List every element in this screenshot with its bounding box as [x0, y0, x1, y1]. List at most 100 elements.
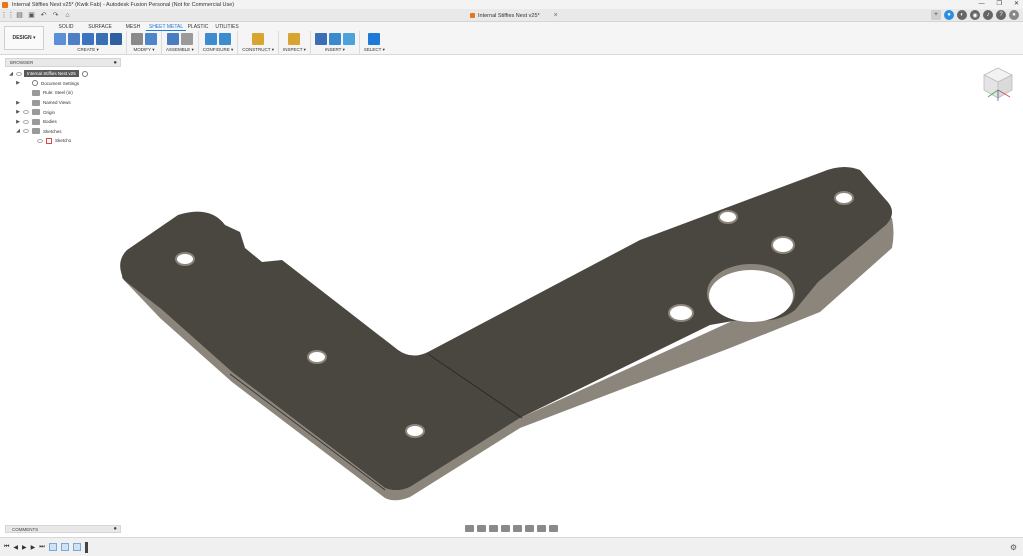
tab-utilities[interactable]: UTILITIES — [210, 22, 244, 31]
tool-group-label[interactable]: CREATE ▾ — [77, 47, 98, 53]
tool-group-label[interactable]: CONSTRUCT ▾ — [242, 47, 274, 53]
part-hole — [834, 191, 854, 205]
comments-label: COMMENTS — [12, 526, 39, 532]
tool-group-label[interactable]: INSERT ▾ — [325, 47, 345, 53]
comments-panel[interactable]: COMMENTS ● — [5, 525, 121, 533]
tool-group-icons — [314, 31, 355, 46]
timeline-start-icon[interactable]: ⏮ — [4, 544, 9, 551]
avatar[interactable]: ● — [1009, 10, 1019, 20]
document-tab-label: Internal Stiffies Nest v25* — [478, 12, 540, 19]
navigation-bar — [465, 524, 558, 533]
tool-group-inspect: INSPECT ▾ — [279, 31, 311, 55]
tool-group-insert: INSERT ▾ — [311, 31, 360, 55]
display-settings-icon[interactable] — [525, 525, 534, 532]
tool-icon[interactable] — [288, 32, 301, 45]
grid-settings-icon[interactable] — [537, 525, 546, 532]
ribbon-tabs: SOLID SURFACE MESH SHEET METAL PLASTIC UTILIT… — [52, 22, 244, 31]
toolbar-ribbon: DESIGN ▾ SOLID SURFACE MESH SHEET METAL PLAS… — [0, 22, 1023, 55]
tool-group-configure: CONFIGURE ▾ — [199, 31, 239, 55]
tool-icon[interactable] — [96, 32, 108, 45]
redo-icon[interactable]: ↷ — [51, 11, 60, 20]
tool-icon[interactable] — [131, 32, 143, 45]
file-menu-icon[interactable]: ▤ — [15, 11, 24, 20]
tool-icon[interactable] — [166, 32, 179, 45]
tool-icon[interactable] — [219, 32, 232, 45]
tool-icon[interactable] — [368, 32, 381, 45]
canvas-viewport[interactable] — [0, 55, 1023, 525]
comments-add-icon[interactable]: ● — [113, 526, 117, 532]
part-hole — [771, 236, 795, 254]
part-hole — [405, 424, 425, 438]
document-cube-icon — [470, 13, 475, 18]
tool-icon[interactable] — [252, 32, 265, 45]
tab-surface[interactable]: SURFACE — [80, 22, 120, 31]
timeline-end-icon[interactable]: ⏭ — [39, 544, 44, 551]
tab-plastic[interactable]: PLASTIC — [186, 22, 210, 31]
timeline-feature-icon[interactable] — [72, 543, 81, 551]
timeline-next-icon[interactable]: ▶ — [31, 544, 36, 551]
timeline-feature-icon[interactable] — [60, 543, 69, 551]
home-icon[interactable]: ⌂ — [63, 11, 72, 20]
maximize-button[interactable]: ❐ — [997, 0, 1002, 9]
tool-group-modify: MODIFY ▾ — [127, 31, 162, 55]
viewcube[interactable] — [982, 66, 1014, 102]
window-title: Internal Stiffies Nest v25* (Kwik Fab) -… — [12, 1, 235, 8]
tool-icon[interactable] — [110, 32, 122, 45]
tool-group-assemble: ASSEMBLE ▾ — [162, 31, 199, 55]
tool-icon[interactable] — [180, 32, 193, 45]
close-button[interactable]: ✕ — [1014, 0, 1019, 9]
viewports-icon[interactable] — [549, 525, 558, 532]
notifications-icon[interactable]: ♪ — [983, 10, 993, 20]
tool-group-label[interactable]: MODIFY ▾ — [134, 47, 155, 53]
tool-icon[interactable] — [54, 32, 66, 45]
document-tab[interactable]: Internal Stiffies Nest v25* × — [470, 9, 558, 22]
part-hole — [307, 350, 327, 364]
timeline: ⏮ ◀ ▶ ▶ ⏭ ⚙ — [0, 537, 1023, 556]
orbit-icon[interactable] — [465, 525, 474, 532]
tool-icon[interactable] — [205, 32, 218, 45]
app-grid-icon[interactable]: ⋮⋮ — [1, 11, 15, 20]
tab-sheet-metal[interactable]: SHEET METAL — [146, 22, 186, 31]
part-hole — [668, 304, 694, 322]
tool-group-icons — [205, 31, 232, 46]
tool-group-icons — [131, 31, 157, 46]
workspace-switcher[interactable]: DESIGN ▾ — [4, 26, 44, 50]
online-status-icon[interactable]: ◉ — [970, 10, 980, 20]
timeline-marker[interactable] — [84, 541, 88, 553]
tool-group-label[interactable]: ASSEMBLE ▾ — [166, 47, 194, 53]
tool-icon[interactable] — [314, 32, 327, 45]
part-hole — [718, 210, 738, 224]
part-large-hole-inner — [709, 270, 793, 322]
look-at-icon[interactable] — [477, 525, 486, 532]
tool-group-icons — [252, 31, 265, 46]
document-tab-close[interactable]: × — [554, 12, 558, 19]
tool-group-construct: CONSTRUCT ▾ — [238, 31, 279, 55]
new-tab-icon[interactable]: + — [931, 10, 941, 20]
extensions-icon[interactable]: ● — [944, 10, 954, 20]
tab-mesh[interactable]: MESH — [120, 22, 146, 31]
tool-group-label[interactable]: SELECT ▾ — [364, 47, 385, 53]
save-icon[interactable]: ▣ — [27, 11, 36, 20]
help-icon[interactable]: ? — [996, 10, 1006, 20]
timeline-feature-icon[interactable] — [48, 543, 57, 551]
tab-solid[interactable]: SOLID — [52, 22, 80, 31]
timeline-prev-icon[interactable]: ◀ — [13, 544, 18, 551]
zoom-icon[interactable] — [501, 525, 510, 532]
part-hole — [175, 252, 195, 266]
undo-icon[interactable]: ↶ — [39, 11, 48, 20]
fit-icon[interactable] — [513, 525, 522, 532]
timeline-settings-icon[interactable]: ⚙ — [1010, 543, 1017, 552]
job-status-icon[interactable]: ◐ — [957, 10, 967, 20]
pan-icon[interactable] — [489, 525, 498, 532]
tool-group-icons — [166, 31, 193, 46]
tool-icon[interactable] — [82, 32, 94, 45]
tool-icon[interactable] — [342, 32, 355, 45]
title-bar: Internal Stiffies Nest v25* (Kwik Fab) -… — [0, 0, 1023, 9]
minimize-button[interactable]: — — [979, 0, 985, 9]
timeline-play-icon[interactable]: ▶ — [22, 544, 27, 551]
tool-icon[interactable] — [145, 32, 157, 45]
tool-group-label[interactable]: INSPECT ▾ — [283, 47, 306, 53]
tool-icon[interactable] — [328, 32, 341, 45]
tool-group-label[interactable]: CONFIGURE ▾ — [203, 47, 234, 53]
tool-icon[interactable] — [68, 32, 80, 45]
